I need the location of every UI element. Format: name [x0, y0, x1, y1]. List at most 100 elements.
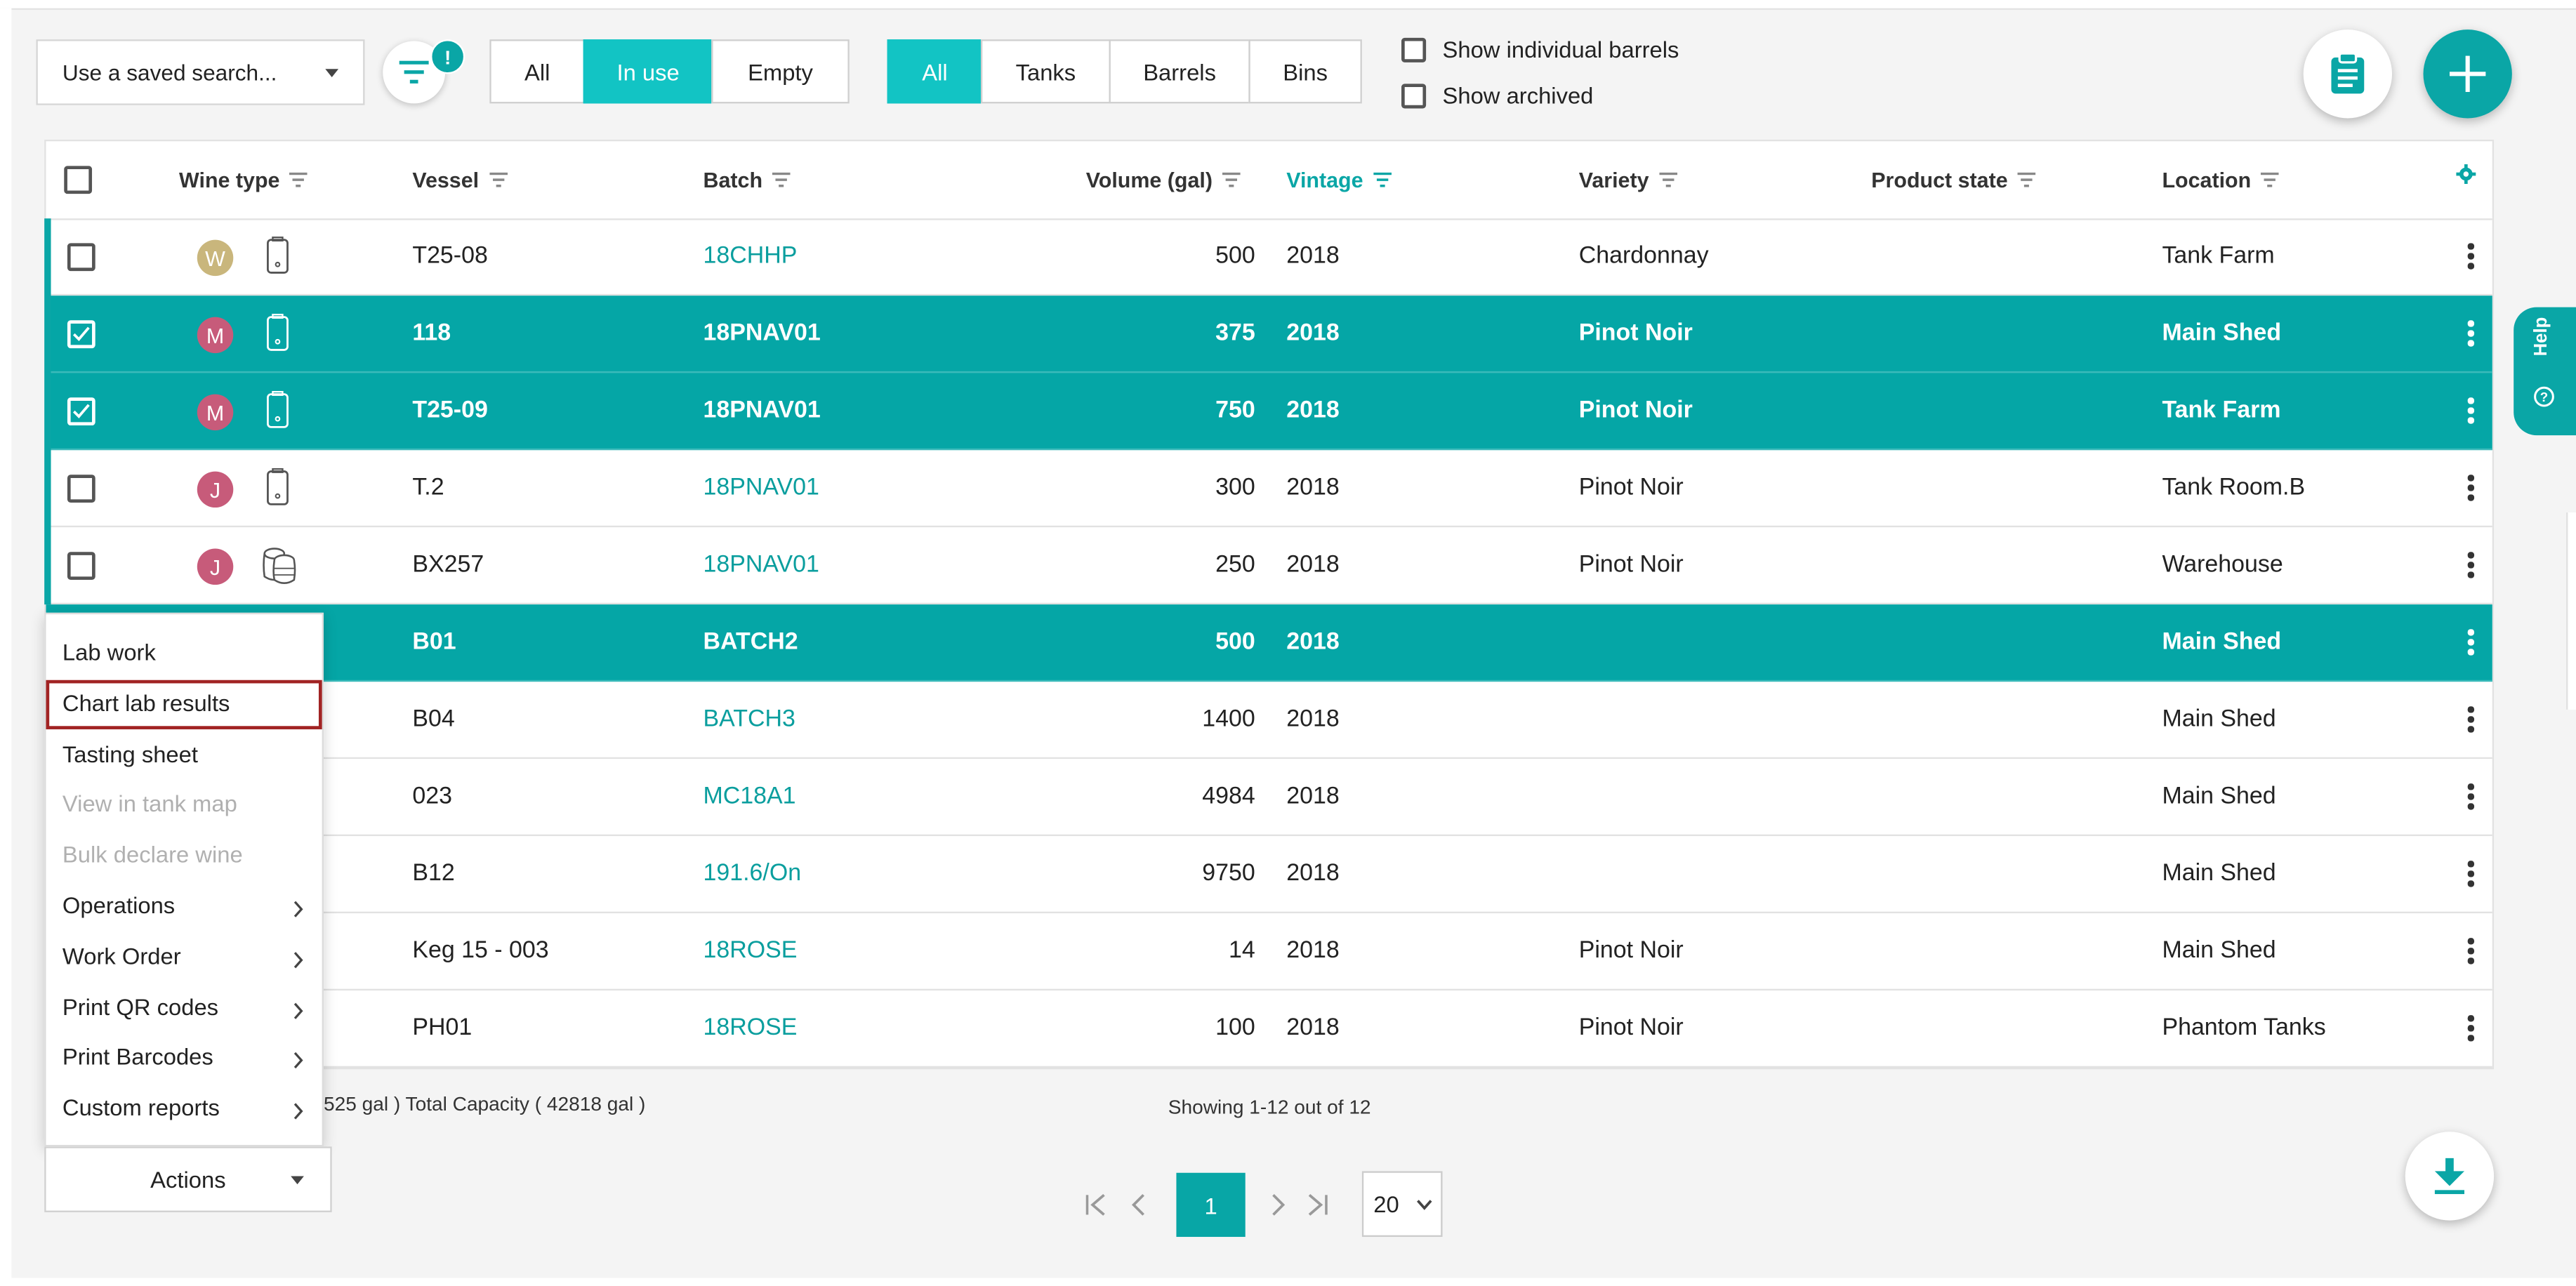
- menu-item-work-order[interactable]: Work Order: [62, 943, 309, 969]
- table-row[interactable]: B04 BATCH3 1400 2018 Main Shed: [46, 682, 2492, 760]
- column-header-batch[interactable]: Batch: [704, 168, 791, 192]
- row-menu-icon[interactable]: [2467, 629, 2474, 658]
- chevron-right-icon: [293, 897, 304, 923]
- table-row[interactable]: Keg 15 - 003 18ROSE 14 2018 Pinot Noir Main S…: [46, 913, 2492, 991]
- vessel-table: Wine type Vessel Batch Volume (gal) Vint…: [44, 139, 2495, 1070]
- row-menu-icon[interactable]: [2467, 552, 2474, 581]
- table-row[interactable]: M T25-09 18PNAV01 750 2018 Pinot Noir Tank Far…: [46, 373, 2492, 451]
- row-menu-icon[interactable]: [2467, 475, 2474, 504]
- vessel-filter-group: All Tanks Barrels Bins: [887, 39, 1362, 104]
- cell-batch[interactable]: BATCH3: [704, 706, 795, 732]
- help-tab[interactable]: Help ?: [2514, 307, 2576, 436]
- saved-search-select[interactable]: Use a saved search...: [36, 39, 365, 105]
- next-page-icon[interactable]: [1270, 1194, 1286, 1216]
- page-size-select[interactable]: 20: [1361, 1171, 1443, 1238]
- cell-variety: Pinot Noir: [1578, 1015, 1684, 1042]
- table-row[interactable]: 023 MC18A1 4984 2018 Main Shed: [46, 759, 2492, 837]
- row-checkbox[interactable]: [67, 552, 95, 581]
- show-archived-checkbox[interactable]: [1401, 83, 1427, 108]
- cell-volume: 14: [1228, 938, 1255, 964]
- page-1-button[interactable]: 1: [1176, 1172, 1246, 1238]
- cell-batch[interactable]: 18PNAV01: [704, 475, 819, 501]
- add-button[interactable]: [2423, 29, 2512, 119]
- table-row[interactable]: M 118 18PNAV01 375 2018 Pinot Noir Main Shed: [46, 296, 2492, 373]
- column-header-volume[interactable]: Volume (gal): [1086, 168, 1241, 192]
- cell-vessel: BX257: [412, 552, 484, 578]
- cell-batch[interactable]: 18ROSE: [704, 1015, 798, 1041]
- table-row[interactable]: PH01 18ROSE 100 2018 Pinot Noir Phantom Tanks: [46, 990, 2492, 1068]
- row-menu-icon[interactable]: [2467, 397, 2474, 427]
- table-header: Wine type Vessel Batch Volume (gal) Vint…: [46, 141, 2492, 220]
- column-header-vessel[interactable]: Vessel: [412, 168, 507, 192]
- row-checkbox[interactable]: [67, 243, 95, 272]
- chevron-right-icon: [293, 948, 304, 974]
- column-header-vintage[interactable]: Vintage: [1286, 168, 1392, 192]
- first-page-icon[interactable]: [1084, 1194, 1107, 1216]
- row-checkbox[interactable]: [67, 397, 95, 426]
- row-menu-icon[interactable]: [2467, 861, 2474, 890]
- cell-volume: 1400: [1202, 706, 1255, 733]
- menu-item-operations[interactable]: Operations: [62, 892, 309, 918]
- cell-batch[interactable]: 18PNAV01: [704, 397, 821, 423]
- cell-batch[interactable]: 18ROSE: [704, 938, 798, 964]
- row-menu-icon[interactable]: [2467, 320, 2474, 350]
- row-checkbox[interactable]: [67, 320, 95, 349]
- select-all-checkbox[interactable]: [64, 166, 93, 194]
- usage-filter-all[interactable]: All: [489, 39, 586, 104]
- menu-item-custom-reports[interactable]: Custom reports: [62, 1094, 309, 1120]
- actions-button[interactable]: Actions: [44, 1146, 332, 1212]
- cell-batch[interactable]: MC18A1: [704, 783, 796, 809]
- vessel-filter-barrels[interactable]: Barrels: [1109, 39, 1250, 104]
- column-header-variety[interactable]: Variety: [1579, 168, 1677, 192]
- column-settings-gear-icon[interactable]: [2456, 164, 2476, 185]
- vessel-filter-all[interactable]: All: [887, 39, 983, 104]
- row-checkbox[interactable]: [67, 475, 95, 503]
- tank-icon: [266, 390, 289, 437]
- cell-location: Tank Farm: [2162, 397, 2281, 424]
- column-header-product-state[interactable]: Product state: [1871, 168, 2036, 192]
- download-button[interactable]: [2405, 1132, 2495, 1221]
- menu-item-bulk-declare-wine: Bulk declare wine: [62, 842, 309, 868]
- cell-batch[interactable]: 18CHHP: [704, 243, 798, 269]
- row-menu-icon[interactable]: [2467, 1015, 2474, 1045]
- show-individual-barrels-option[interactable]: Show individual barrels: [1401, 36, 1679, 62]
- usage-filter-in-use[interactable]: In use: [583, 39, 713, 104]
- row-menu-icon[interactable]: [2467, 243, 2474, 272]
- wine-type-avatar: J: [197, 548, 234, 585]
- last-page-icon[interactable]: [1306, 1194, 1329, 1216]
- cell-vessel: Keg 15 - 003: [412, 938, 549, 964]
- show-archived-option[interactable]: Show archived: [1401, 82, 1593, 108]
- cell-batch[interactable]: BATCH2: [704, 629, 798, 655]
- menu-item-print-barcodes[interactable]: Print Barcodes: [62, 1044, 309, 1070]
- sort-icon: [489, 172, 507, 187]
- table-row[interactable]: J T.2 18PNAV01 300 2018 Pinot Noir Tank Room.B: [46, 450, 2492, 528]
- vessel-filter-tanks[interactable]: Tanks: [980, 39, 1111, 104]
- menu-item-lab-work[interactable]: Lab work: [62, 639, 309, 665]
- row-menu-icon[interactable]: [2467, 783, 2474, 813]
- table-row[interactable]: W T25-08 18CHHP 500 2018 Chardonnay Tank Farm: [46, 218, 2492, 296]
- table-row[interactable]: B01 BATCH2 500 2018 Main Shed: [46, 604, 2492, 682]
- cell-location: Warehouse: [2162, 552, 2283, 578]
- cell-variety: Pinot Noir: [1578, 397, 1693, 424]
- show-individual-barrels-checkbox[interactable]: [1401, 37, 1427, 62]
- clipboard-button[interactable]: [2303, 29, 2393, 119]
- menu-item-print-qr-codes[interactable]: Print QR codes: [62, 993, 309, 1019]
- column-header-wine-type[interactable]: Wine type: [179, 168, 308, 192]
- row-menu-icon[interactable]: [2467, 938, 2474, 967]
- cell-location: Main Shed: [2162, 706, 2276, 733]
- cell-vintage: 2018: [1286, 1015, 1340, 1042]
- cell-batch[interactable]: 18PNAV01: [704, 552, 819, 578]
- cell-vintage: 2018: [1286, 938, 1340, 964]
- table-row[interactable]: B12 191.6/On 9750 2018 Main Shed: [46, 836, 2492, 914]
- vessel-filter-bins[interactable]: Bins: [1248, 39, 1362, 104]
- usage-filter-empty[interactable]: Empty: [711, 39, 850, 104]
- cell-batch[interactable]: 18PNAV01: [704, 320, 821, 346]
- cell-batch[interactable]: 191.6/On: [704, 861, 802, 887]
- table-row[interactable]: J BX257 18PNAV01 250 2018 Pinot Noir Warehouse: [46, 527, 2492, 605]
- menu-item-tasting-sheet[interactable]: Tasting sheet: [62, 740, 309, 766]
- column-header-location[interactable]: Location: [2162, 168, 2279, 192]
- sort-icon: [1222, 172, 1241, 187]
- menu-item-label: Tasting sheet: [62, 740, 198, 767]
- previous-page-icon[interactable]: [1130, 1194, 1147, 1216]
- row-menu-icon[interactable]: [2467, 706, 2474, 736]
